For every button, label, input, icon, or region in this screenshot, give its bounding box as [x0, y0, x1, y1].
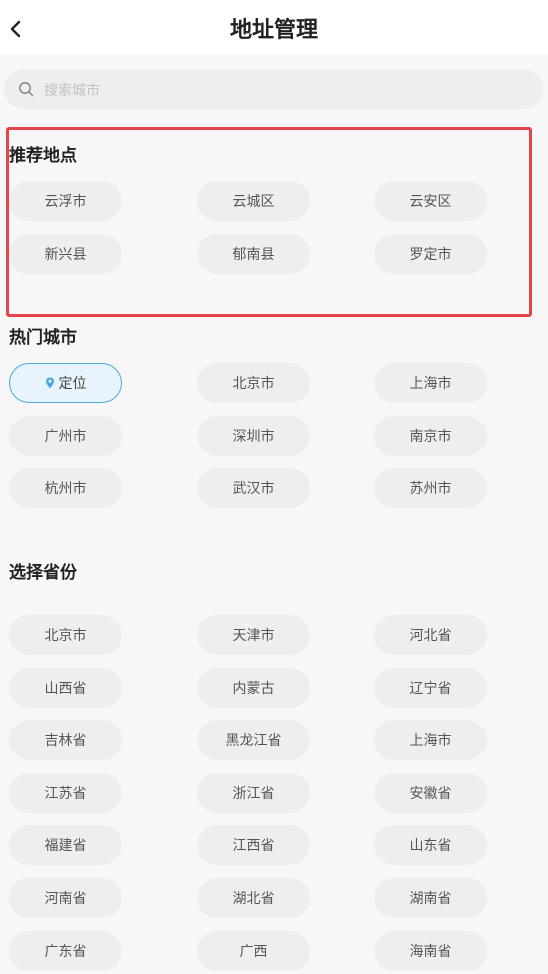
hot-city-chip[interactable]: 武汉市: [197, 468, 310, 509]
header-bar: 地址管理: [0, 0, 548, 54]
recommended-city-chip[interactable]: 云安区: [374, 181, 487, 221]
province-chip[interactable]: 福建省: [9, 825, 122, 866]
recommended-highlight-box: [6, 127, 532, 317]
hot-city-chip[interactable]: 上海市: [374, 363, 487, 403]
province-chip[interactable]: 黑龙江省: [197, 720, 310, 761]
recommended-city-chip[interactable]: 郁南县: [197, 233, 310, 274]
locate-label: 定位: [58, 376, 87, 392]
hot-city-chip[interactable]: 广州市: [9, 415, 122, 456]
province-chip[interactable]: 广西: [197, 930, 310, 971]
recommended-city-chip[interactable]: 罗定市: [374, 233, 487, 274]
province-chip[interactable]: 辽宁省: [374, 667, 487, 708]
province-chip[interactable]: 湖南省: [374, 878, 487, 918]
hot-city-chip[interactable]: 南京市: [374, 415, 487, 456]
province-chip[interactable]: 江苏省: [9, 772, 122, 813]
search-bar[interactable]: 搜索城市: [4, 69, 543, 109]
province-chip[interactable]: 河北省: [374, 615, 487, 655]
recommended-city-chip[interactable]: 云浮市: [9, 181, 122, 221]
hot-cities-section-title: 热门城市: [9, 328, 77, 348]
province-chip[interactable]: 北京市: [9, 615, 122, 655]
page-title: 地址管理: [229, 18, 318, 43]
province-chip[interactable]: 吉林省: [9, 720, 122, 761]
hot-city-chip[interactable]: 北京市: [197, 363, 310, 403]
province-chip[interactable]: 湖北省: [197, 878, 310, 918]
province-chip[interactable]: 山东省: [374, 825, 487, 866]
province-chip[interactable]: 江西省: [197, 825, 310, 866]
province-chip[interactable]: 山西省: [9, 667, 122, 708]
hot-city-chip[interactable]: 杭州市: [9, 468, 122, 509]
province-chip[interactable]: 广东省: [9, 930, 122, 971]
locate-button[interactable]: 定位: [9, 363, 122, 403]
province-chip[interactable]: 上海市: [374, 720, 487, 761]
province-section-title: 选择省份: [9, 563, 77, 583]
province-chip[interactable]: 海南省: [374, 930, 487, 971]
search-icon: [19, 82, 34, 97]
province-chip[interactable]: 安徽省: [374, 772, 487, 813]
recommended-city-chip[interactable]: 新兴县: [9, 233, 122, 274]
province-chip[interactable]: 天津市: [197, 615, 310, 655]
province-chip[interactable]: 内蒙古: [197, 667, 310, 708]
recommended-city-chip[interactable]: 云城区: [197, 181, 310, 221]
hot-city-chip[interactable]: 苏州市: [374, 468, 487, 509]
search-input[interactable]: 搜索城市: [44, 80, 100, 100]
province-chip[interactable]: 浙江省: [197, 772, 310, 813]
hot-city-chip[interactable]: 深圳市: [197, 415, 310, 456]
recommended-section-title: 推荐地点: [9, 146, 77, 166]
province-chip[interactable]: 河南省: [9, 878, 122, 918]
location-pin-icon: [45, 377, 54, 389]
